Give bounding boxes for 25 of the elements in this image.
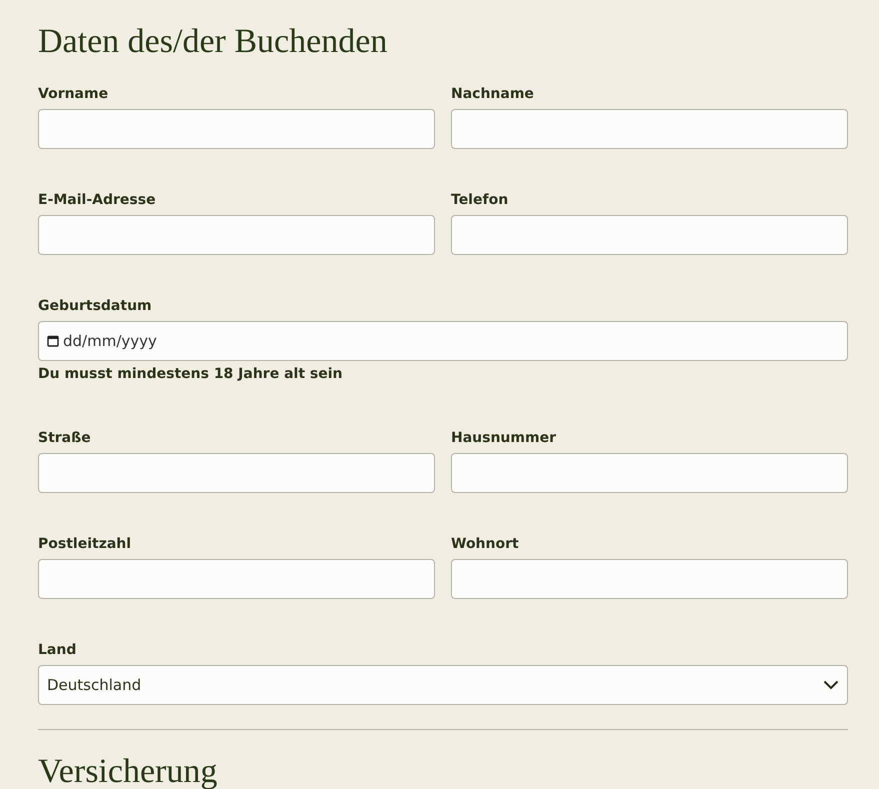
field-label: Hausnummer [451,429,557,447]
field-label: Land [38,641,78,659]
field-label: Postleitzahl [38,535,132,553]
field-label: E-Mail-Adresse [38,191,157,209]
field-label: Straße [38,429,92,447]
field-label: Nachname [451,85,535,103]
select-field[interactable]: Deutschland [38,665,848,705]
hint-text: Du musst mindestens 18 Jahre alt sein [38,365,344,383]
calendar-icon [47,335,59,347]
field-label: Wohnort [451,535,520,553]
input-field[interactable] [451,453,848,493]
input-field[interactable] [451,559,848,599]
section-heading: Daten des/der Buchenden [38,22,388,62]
input-field[interactable] [38,109,435,149]
date-field[interactable]: dd/mm/yyyy [38,321,848,361]
field-label: Telefon [451,191,510,209]
input-field[interactable] [38,215,435,255]
section-heading: Versicherung [38,752,218,789]
input-field[interactable] [38,453,435,493]
field-label: Geburtsdatum [38,297,153,315]
input-field[interactable] [451,215,848,255]
chevron-down-icon [823,680,839,690]
input-field[interactable] [38,559,435,599]
field-label: Vorname [38,85,110,103]
input-field[interactable] [451,109,848,149]
